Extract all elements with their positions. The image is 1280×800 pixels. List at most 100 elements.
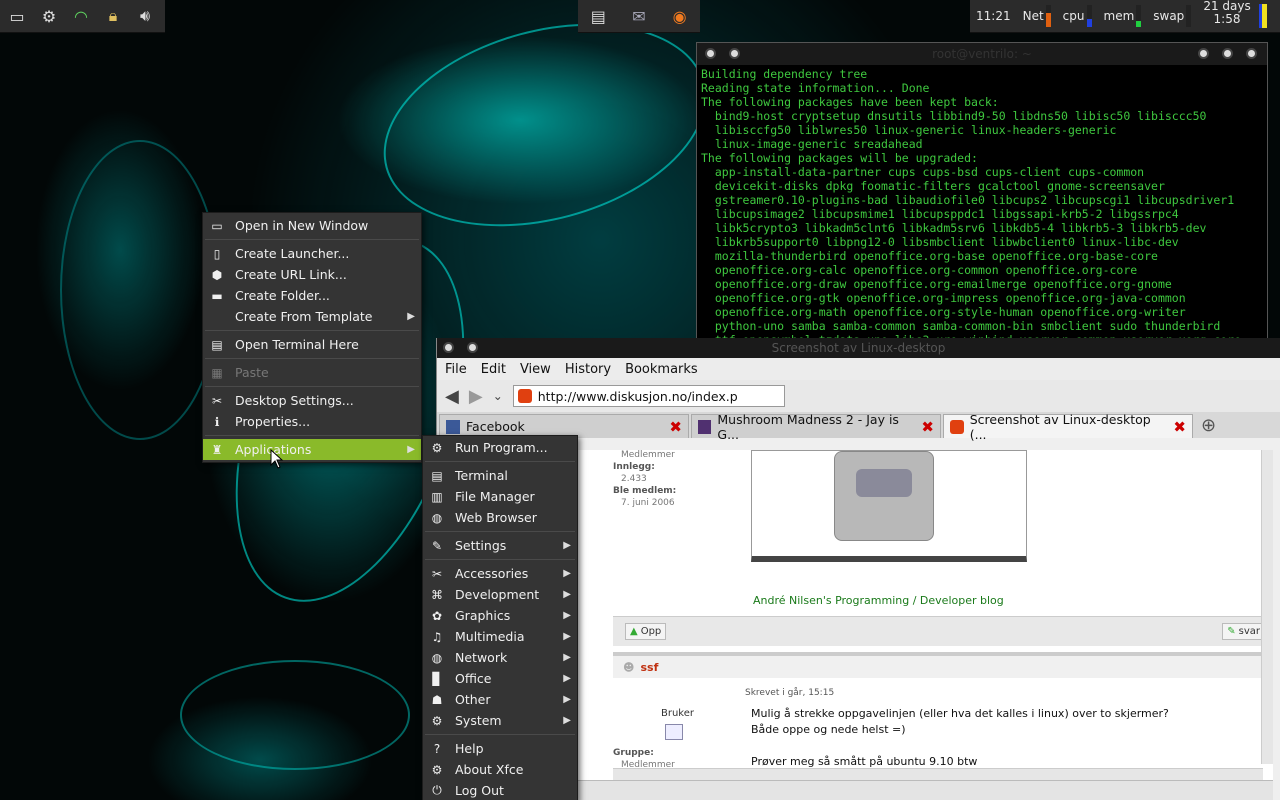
menu-item-open-terminal-here[interactable]: ▤ Open Terminal Here	[203, 334, 421, 355]
logout-icon: ⏻	[432, 783, 442, 797]
browser-menubar: File Edit View History Bookmarks	[437, 358, 1280, 380]
menu-item-create-url-link[interactable]: ⬢ Create URL Link...	[203, 264, 421, 285]
menu-item-create-folder[interactable]: ▬ Create Folder...	[203, 285, 421, 306]
tools-icon: ✂	[211, 393, 223, 408]
menu-view[interactable]: View	[520, 362, 551, 377]
menu-item-create-from-template[interactable]: Create From Template ▶	[203, 306, 421, 327]
menu-separator	[205, 239, 419, 240]
menu-item-label: Terminal	[455, 468, 508, 483]
browser-titlebar[interactable]: Screenshot av Linux-desktop	[437, 338, 1280, 358]
menu-item-network[interactable]: ◍ Network ▶	[423, 647, 577, 668]
menu-separator	[425, 531, 575, 532]
clipboard-icon: ▦	[211, 365, 223, 380]
signature-link[interactable]: André Nilsen's Programming / Developer b…	[753, 594, 1004, 607]
terminal-maximize-icon[interactable]	[1222, 48, 1233, 59]
terminal-close-icon[interactable]	[705, 48, 716, 59]
vertical-scrollbar[interactable]	[1261, 450, 1273, 764]
top-middle-panel: ▤ ✉ ◉	[578, 0, 700, 33]
tab-label: Screenshot av Linux-desktop (...	[969, 411, 1151, 442]
browser-menu-icon[interactable]	[467, 342, 478, 353]
submenu-arrow-icon: ▶	[563, 715, 571, 726]
menu-bookmarks[interactable]: Bookmarks	[625, 362, 698, 377]
menu-item-label: Open Terminal Here	[235, 337, 359, 352]
menu-item-web-browser[interactable]: ◍ Web Browser	[423, 507, 577, 528]
firefox-icon[interactable]: ◉	[667, 4, 693, 28]
terminal-icon[interactable]: ▭	[4, 4, 30, 28]
post1-posts-label: Innlegg:	[613, 462, 655, 472]
menu-item-system[interactable]: ⚙ System ▶	[423, 710, 577, 731]
horizontal-scrollbar[interactable]	[613, 768, 1263, 780]
menu-item-about-xfce[interactable]: ⚙ About Xfce	[423, 759, 577, 780]
chat-icon[interactable]: ✉	[626, 4, 652, 28]
url-bar[interactable]: http://www.diskusjon.no/index.p	[512, 385, 785, 407]
menu-item-help[interactable]: ? Help	[423, 738, 577, 759]
submenu-arrow-icon: ▶	[563, 540, 571, 551]
menu-item-create-launcher[interactable]: ▯ Create Launcher...	[203, 243, 421, 264]
tab-mushroom-madness[interactable]: Mushroom Madness 2 - Jay is G... ✖	[691, 412, 941, 442]
tab-screenshot[interactable]: Screenshot av Linux-desktop (... ✖	[943, 412, 1193, 442]
menu-item-properties[interactable]: ℹ Properties...	[203, 411, 421, 432]
menu-item-run-program[interactable]: ⚙ Run Program...	[423, 437, 577, 458]
swap-label: swap	[1153, 9, 1185, 23]
menu-item-label: Help	[455, 741, 484, 756]
browser-close-icon[interactable]	[443, 342, 454, 353]
menu-item-development[interactable]: ⌘ Development ▶	[423, 584, 577, 605]
back-icon[interactable]: ◀	[445, 386, 459, 407]
mem-monitor[interactable]: mem	[1098, 0, 1148, 32]
menu-history[interactable]: History	[565, 362, 611, 377]
menu-item-file-manager[interactable]: ▥ File Manager	[423, 486, 577, 507]
cpu-monitor[interactable]: cpu	[1057, 0, 1098, 32]
top-left-panel: ▭ ⚙ ◠ 🔒︎ 🔊︎	[0, 0, 165, 33]
terminal-menu-icon[interactable]	[729, 48, 740, 59]
forward-icon[interactable]: ▶	[469, 386, 483, 407]
up-button[interactable]: ▲ Opp	[625, 623, 667, 640]
tab-close-icon[interactable]: ✖	[669, 418, 682, 436]
volume-icon[interactable]: 🔊︎	[132, 4, 158, 28]
cpu-bar	[1086, 5, 1092, 27]
new-tab-icon[interactable]: ⊕	[1195, 415, 1222, 436]
clock[interactable]: 11:21	[970, 0, 1017, 32]
post2-body: Mulig å strekke oppgavelinjen (eller hva…	[751, 706, 1169, 770]
menu-item-other[interactable]: ☗ Other ▶	[423, 689, 577, 710]
menu-item-accessories[interactable]: ✂ Accessories ▶	[423, 563, 577, 584]
up-button-label: Opp	[640, 626, 662, 637]
system-icon: ⚙	[431, 713, 443, 728]
menu-item-office[interactable]: ▊ Office ▶	[423, 668, 577, 689]
history-dropdown-icon[interactable]: ⌄	[493, 389, 503, 403]
submenu-arrow-icon: ▶	[407, 311, 415, 322]
tab-close-icon[interactable]: ✖	[921, 418, 934, 436]
menu-item-applications[interactable]: ♜ Applications ▶	[203, 439, 421, 460]
menu-item-desktop-settings[interactable]: ✂ Desktop Settings...	[203, 390, 421, 411]
uptime-time: 1:58	[1213, 12, 1241, 26]
menu-edit[interactable]: Edit	[481, 362, 506, 377]
menu-item-label: Office	[455, 671, 492, 686]
menu-item-label: System	[455, 713, 502, 728]
terminal-titlebar[interactable]: root@ventrilo: ~	[697, 43, 1267, 65]
menu-file[interactable]: File	[445, 362, 467, 377]
panel-indicator	[1258, 4, 1267, 28]
wifi-icon[interactable]: ◠	[68, 4, 94, 28]
swap-monitor[interactable]: swap	[1147, 0, 1197, 32]
terminal-close-button-icon[interactable]	[1246, 48, 1257, 59]
menu-item-graphics[interactable]: ✿ Graphics ▶	[423, 605, 577, 626]
snes-image	[751, 450, 1027, 562]
net-monitor[interactable]: Net	[1017, 0, 1057, 32]
menu-item-terminal[interactable]: ▤ Terminal	[423, 465, 577, 486]
menu-item-label: Create URL Link...	[235, 267, 347, 282]
menu-item-multimedia[interactable]: ♫ Multimedia ▶	[423, 626, 577, 647]
terminal-minimize-icon[interactable]	[1198, 48, 1209, 59]
post2-username[interactable]: ssf	[640, 661, 658, 674]
network-manager-icon[interactable]: ⚙	[36, 4, 62, 28]
menu-item-label: Create Launcher...	[235, 246, 350, 261]
menu-item-label: Open in New Window	[235, 218, 369, 233]
site-favicon-icon	[517, 389, 532, 403]
menu-item-open-in-new-window[interactable]: ▭ Open in New Window	[203, 215, 421, 236]
up-arrow-icon: ▲	[630, 626, 638, 637]
menu-item-log-out[interactable]: ⏻ Log Out	[423, 780, 577, 800]
about-icon: ⚙	[431, 762, 443, 777]
lock-icon[interactable]: 🔒︎	[100, 4, 126, 28]
menu-item-settings[interactable]: ✎ Settings ▶	[423, 535, 577, 556]
terminal-window-icon[interactable]: ▤	[585, 4, 611, 28]
tab-close-icon[interactable]: ✖	[1173, 418, 1186, 436]
reply-button[interactable]: ✎ svar	[1222, 623, 1265, 640]
